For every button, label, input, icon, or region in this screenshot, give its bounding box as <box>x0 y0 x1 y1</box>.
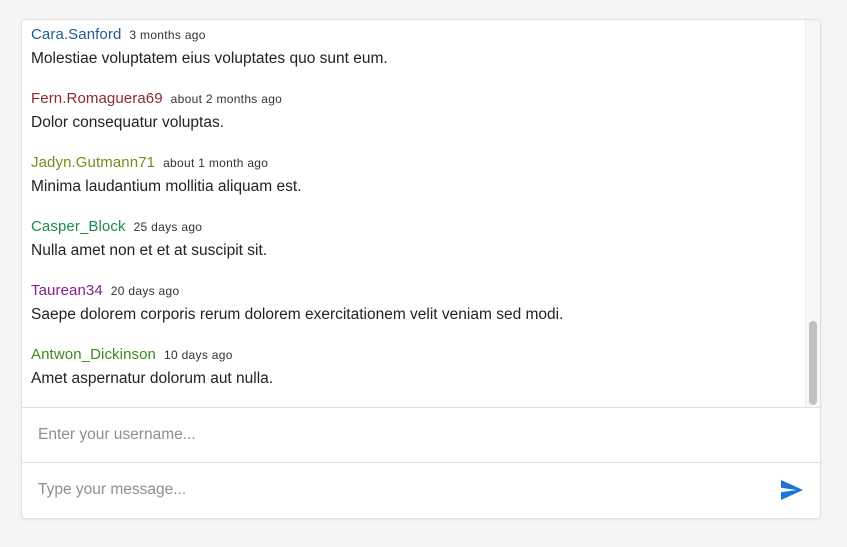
message-item: Fern.Romaguera69 about 2 months ago Dolor… <box>31 89 791 133</box>
message-item: Casper_Block 25 days ago Nulla amet non e… <box>31 217 791 261</box>
message-text: Nulla amet non et et at suscipit sit. <box>31 242 268 259</box>
message-item: Antwon_Dickinson 10 days ago Amet asperna… <box>31 345 791 389</box>
message-time: 20 days ago <box>110 284 180 298</box>
message-username: Taurean34 <box>31 282 103 299</box>
message-text: Minima laudantium mollitia aliquam est. <box>31 178 302 195</box>
username-input[interactable] <box>38 408 798 462</box>
message-input[interactable] <box>38 463 758 517</box>
message-username: Fern.Romaguera69 <box>31 90 163 107</box>
message-item: Cara.Sanford 3 months ago Molestiae volup… <box>31 25 791 69</box>
message-item: Jadyn.Gutmann71 about 1 month ago Minima … <box>31 153 791 197</box>
message-time: about 1 month ago <box>163 156 269 170</box>
send-icon <box>781 480 803 500</box>
message-item: Taurean34 20 days ago Saepe dolorem corpo… <box>31 281 791 325</box>
message-username: Casper_Block <box>31 218 126 235</box>
message-username: Jadyn.Gutmann71 <box>31 154 156 171</box>
message-text: Dolor consequatur voluptas. <box>31 114 225 131</box>
message-field <box>22 463 820 517</box>
message-username: Cara.Sanford <box>31 26 122 43</box>
message-text: Amet aspernatur dolorum aut nulla. <box>31 370 274 387</box>
message-username: Antwon_Dickinson <box>31 346 156 363</box>
scrollbar[interactable] <box>805 20 820 407</box>
message-time: 3 months ago <box>129 28 206 42</box>
scrollbar-thumb[interactable] <box>809 321 817 405</box>
message-time: 25 days ago <box>133 220 203 234</box>
username-field <box>22 408 820 462</box>
message-text: Molestiae voluptatem eius voluptates quo… <box>31 50 388 67</box>
message-time: 10 days ago <box>164 348 233 362</box>
message-list[interactable]: Cara.Sanford 3 months ago Molestiae volup… <box>22 20 820 407</box>
message-time: about 2 months ago <box>170 92 283 106</box>
message-text: Saepe dolorem corporis rerum dolorem exe… <box>31 306 564 323</box>
chat-panel: Cara.Sanford 3 months ago Molestiae volup… <box>21 19 821 519</box>
send-button[interactable] <box>779 478 805 502</box>
